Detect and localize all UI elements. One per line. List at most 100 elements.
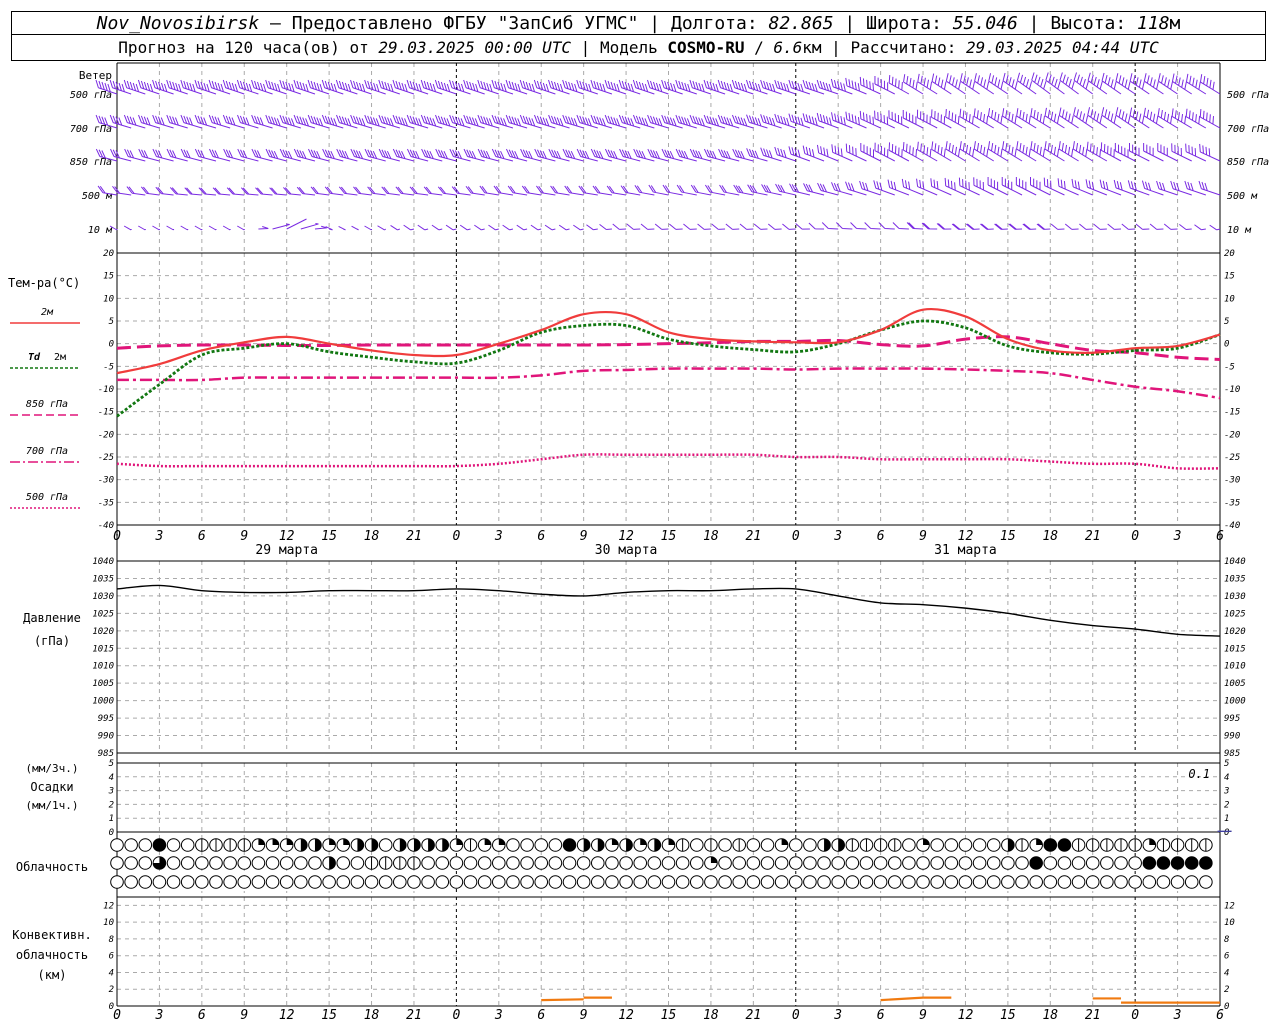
cloud-cover-symbol (576, 875, 591, 889)
x-tick-label-bottom: 18 (703, 1008, 719, 1023)
temp-tick-left: -25 (98, 453, 114, 463)
cloud-cover-symbol (548, 838, 563, 852)
x-tick-label-bottom: 12 (958, 1008, 974, 1023)
cloud-cover-symbol (237, 856, 252, 870)
x-tick-label: 15 (661, 529, 677, 544)
cloud-cover-symbol (251, 875, 266, 889)
pressure-tick-right: 1030 (1224, 592, 1246, 602)
pressure-tick-right: 1000 (1224, 697, 1246, 707)
cloud-cover-symbol (760, 838, 775, 852)
cloud-cover-fill (399, 838, 407, 852)
cloud-cover-symbol (788, 875, 803, 889)
cloud-cover-fill (1036, 838, 1043, 845)
cloud-cover-symbol (1128, 856, 1142, 870)
cloud-cover-symbol (803, 838, 817, 852)
conv-tick-left: 6 (109, 952, 114, 962)
cloud-cover-fill (498, 838, 506, 845)
cloud-cover-fill (1142, 856, 1156, 870)
cloud-cover-fill (371, 838, 378, 852)
x-tick-label: 0 (792, 529, 800, 544)
x-tick-label-bottom: 3 (494, 1008, 503, 1023)
cloud-cover-symbol (110, 838, 124, 852)
wind-title: Ветер (79, 69, 112, 82)
cloud-cover-symbol (803, 856, 817, 870)
cloud-cover-symbol (661, 856, 676, 870)
wind-level-label: 850 гПа (70, 157, 112, 168)
cloud-cover-symbol (166, 875, 181, 889)
cloud-cover-symbol (336, 856, 351, 870)
cloud-cover-symbol (944, 875, 959, 889)
cloud-cover-symbol (958, 856, 973, 870)
cloud-cover-symbol (463, 856, 478, 870)
pressure-tick-right: 1015 (1224, 644, 1246, 654)
cloud-cover-symbol (647, 875, 662, 889)
cloud-cover-fill (824, 838, 831, 852)
cloud-cover-symbol (1057, 856, 1072, 870)
cloud-cover-fill (343, 838, 350, 845)
temp-tick-right: 20 (1224, 249, 1235, 259)
wind-barb (573, 224, 584, 231)
x-tick-label: 0 (452, 529, 460, 544)
cloud-cover-symbol (845, 875, 860, 889)
wind-barb (364, 225, 373, 231)
x-tick-label: 21 (746, 529, 762, 544)
precip-tick-left: 5 (109, 759, 114, 769)
x-tick-label: 15 (321, 529, 337, 544)
temp-tick-right: 10 (1224, 294, 1235, 304)
cloud-cover-symbol (195, 856, 209, 870)
pressure-tick-left: 990 (98, 732, 114, 742)
wind-barb (536, 185, 556, 196)
cloud-cover-symbol (1184, 875, 1199, 889)
wind-barb (668, 223, 683, 230)
temp-tick-left: -5 (103, 362, 114, 372)
x-tick-label: 12 (958, 529, 974, 544)
cloud-cover-symbol (1015, 856, 1029, 870)
temp-tick-right: 15 (1224, 272, 1235, 282)
wind-level-label-right: 500 м (1227, 191, 1258, 202)
temp-tick-left: 0 (109, 340, 114, 350)
cloud-cover-symbol (1156, 875, 1171, 889)
wind-barb (493, 185, 514, 196)
wind-barb (808, 222, 825, 230)
wind-barb (1008, 223, 1023, 230)
cloud-cover-symbol (308, 875, 322, 889)
x-tick-label: 21 (1085, 529, 1101, 544)
cloud-cover-symbol (1043, 875, 1058, 889)
cloud-cover-fill (668, 838, 675, 845)
temp-tick-left: -15 (98, 408, 114, 418)
wind-barb (1199, 109, 1221, 129)
pressure-tick-right: 1020 (1224, 627, 1246, 637)
x-tick-label: 21 (406, 529, 422, 544)
cloud-cover-symbol (873, 856, 888, 870)
cloud-cover-symbol (520, 856, 534, 870)
precip-tick-right: 0 (1224, 828, 1229, 838)
cloud-cover-symbol (251, 856, 266, 870)
cloud-cover-symbol (788, 856, 803, 870)
cloud-cover-fill (413, 838, 421, 852)
wind-barb (166, 225, 175, 231)
cloud-cover-symbol (152, 875, 167, 889)
wind-barb (959, 73, 980, 95)
conv-tick-left: 10 (103, 918, 114, 928)
wind-barb (417, 224, 429, 231)
cloud-cover-symbol (350, 856, 365, 870)
precip-tick-left: 2 (109, 800, 114, 810)
wind-barb (878, 222, 895, 230)
cloud-cover-fill (357, 838, 364, 852)
wind-barb (1157, 73, 1178, 95)
cloud-cover-symbol (958, 875, 973, 889)
wind-barb (951, 223, 966, 230)
temp-tick-left: -10 (98, 385, 114, 395)
pressure-tick-left: 1000 (92, 697, 114, 707)
wind-barb (1022, 223, 1037, 230)
cloud-cover-fill (272, 838, 279, 845)
wind-barb (612, 223, 627, 230)
cloud-cover-symbol (336, 875, 351, 889)
conv-cloud-segment (880, 996, 924, 1002)
temp-tick-left: -30 (98, 476, 114, 486)
pressure-title: Давление (23, 611, 81, 625)
wind-barb (640, 223, 655, 230)
cloud-cover-symbol (1100, 875, 1114, 889)
conv-tick-left: 4 (109, 968, 114, 978)
wind-barb (1073, 107, 1094, 129)
